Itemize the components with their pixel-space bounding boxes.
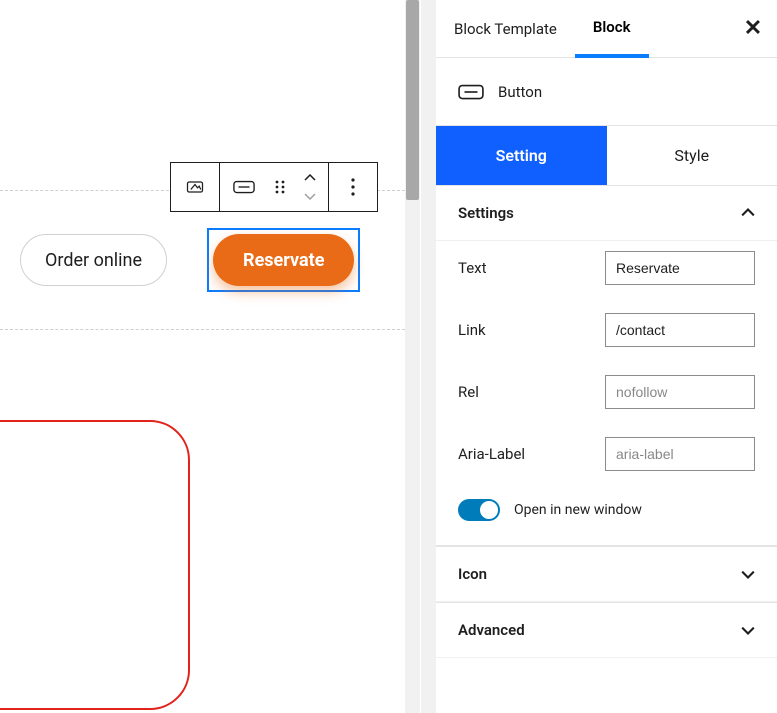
block-type-button[interactable] (226, 169, 262, 205)
editor-canvas[interactable]: Order online Reservate (0, 0, 420, 713)
block-type-header: Button (436, 58, 777, 126)
subtab-setting[interactable]: Setting (436, 126, 607, 185)
decorative-shape (0, 420, 190, 710)
close-icon: ✕ (744, 16, 762, 41)
toolbar-group-more (329, 162, 378, 212)
sidebar-tabs: Block Template Block ✕ (436, 0, 777, 58)
drag-icon (274, 179, 286, 195)
toggle-label: Open in new window (514, 502, 642, 518)
field-label: Text (458, 259, 587, 277)
block-movers (298, 170, 322, 204)
kebab-icon (351, 178, 355, 196)
section-title: Advanced (458, 621, 525, 639)
text-input[interactable] (605, 251, 755, 285)
subtab-style[interactable]: Style (607, 126, 777, 185)
selection-outline: Reservate (207, 228, 360, 292)
scrollbar-thumb[interactable] (406, 0, 419, 200)
open-new-window-toggle[interactable] (458, 499, 500, 521)
more-options-button[interactable] (335, 169, 371, 205)
sidebar-scrollbar[interactable] (421, 0, 436, 713)
field-rel: Rel (458, 375, 755, 409)
select-parent-button[interactable] (177, 169, 213, 205)
section-header-icon[interactable]: Icon (436, 546, 777, 602)
toggle-knob (480, 501, 498, 519)
toolbar-group-main (220, 162, 329, 212)
chevron-down-icon (741, 623, 755, 637)
field-label: Aria-Label (458, 445, 587, 463)
section-header-settings[interactable]: Settings (436, 186, 777, 241)
field-link: Link (458, 313, 755, 347)
button-reservate[interactable]: Reservate (213, 234, 354, 286)
button-block-icon (458, 84, 484, 100)
field-label: Link (458, 321, 587, 339)
close-sidebar-button[interactable]: ✕ (729, 5, 777, 53)
field-open-new-window: Open in new window (458, 499, 755, 521)
chevron-up-icon (304, 174, 316, 182)
move-up-button[interactable] (298, 170, 322, 186)
link-input[interactable] (605, 313, 755, 347)
block-type-label: Button (498, 83, 542, 101)
section-title: Settings (458, 204, 514, 222)
chevron-down-icon (304, 192, 316, 200)
canvas-scrollbar[interactable] (405, 0, 420, 713)
parent-icon (185, 177, 205, 197)
toolbar-group-parent (170, 162, 220, 212)
drag-handle[interactable] (262, 169, 298, 205)
aria-label-input[interactable] (605, 437, 755, 471)
tab-block[interactable]: Block (575, 0, 649, 58)
button-block-icon (233, 180, 255, 194)
chevron-down-icon (741, 567, 755, 581)
field-text: Text (458, 251, 755, 285)
move-down-button[interactable] (298, 188, 322, 204)
rel-input[interactable] (605, 375, 755, 409)
chevron-up-icon (741, 206, 755, 220)
section-header-advanced[interactable]: Advanced (436, 602, 777, 658)
block-toolbar (170, 162, 378, 212)
settings-fields: Text Link Rel Aria-Label Open in new win… (436, 241, 777, 546)
section-title: Icon (458, 565, 487, 583)
button-order-online[interactable]: Order online (20, 234, 167, 286)
field-aria-label: Aria-Label (458, 437, 755, 471)
tab-block-template[interactable]: Block Template (436, 0, 575, 58)
settings-sidebar: Block Template Block ✕ Button Setting St… (435, 0, 777, 713)
field-label: Rel (458, 383, 587, 401)
sidebar-subtabs: Setting Style (436, 126, 777, 186)
